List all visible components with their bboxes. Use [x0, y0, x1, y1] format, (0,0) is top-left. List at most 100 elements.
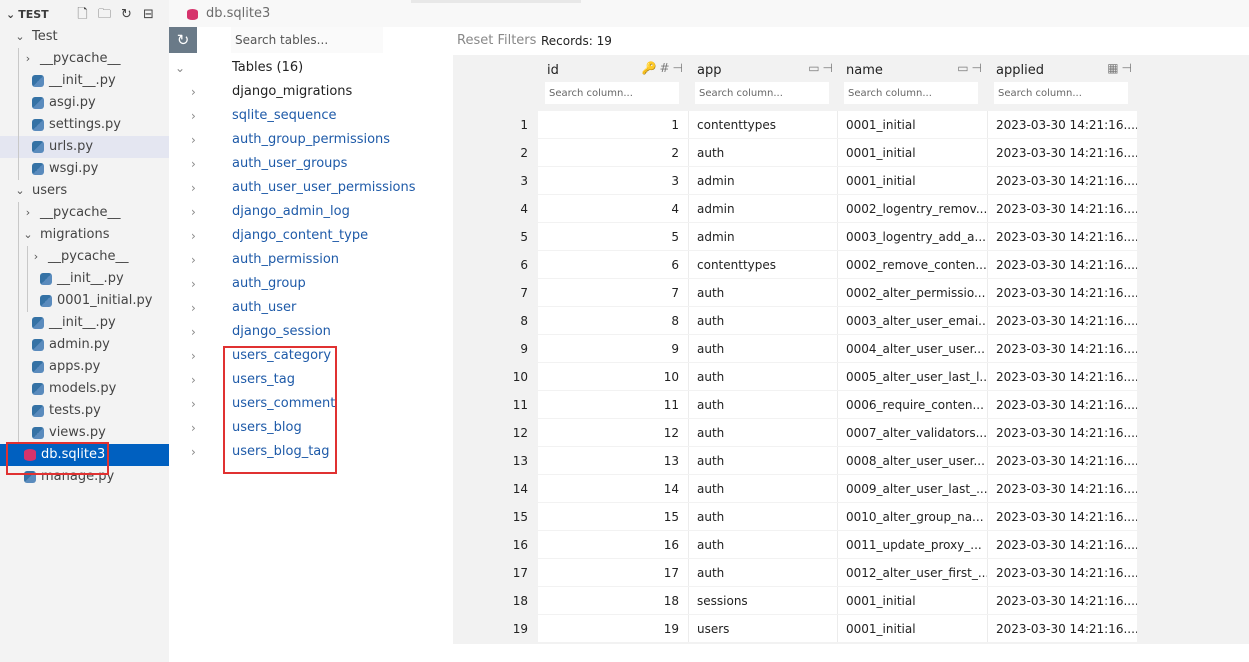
- cell-name[interactable]: 0001_initial: [837, 111, 987, 138]
- tree-folder[interactable]: ⌄ migrations: [0, 224, 169, 246]
- table-row[interactable]: 16 16 auth 0011_update_proxy_... 2023-03-30 …: [453, 531, 1249, 559]
- cell-applied[interactable]: 2023-03-30 14:21:16....: [987, 251, 1137, 278]
- cell-app[interactable]: sessions: [688, 587, 837, 614]
- cell-id[interactable]: 8: [538, 307, 688, 334]
- table-item[interactable]: › django_admin_log: [169, 200, 453, 224]
- table-row[interactable]: 18 18 sessions 0001_initial 2023-03-30 14:21…: [453, 587, 1249, 615]
- tree-folder[interactable]: › __pycache__: [0, 48, 169, 70]
- cell-id[interactable]: 12: [538, 419, 688, 446]
- cell-applied[interactable]: 2023-03-30 14:21:16....: [987, 419, 1137, 446]
- tree-file[interactable]: admin.py: [0, 334, 169, 356]
- tree-file[interactable]: urls.py: [0, 136, 169, 158]
- search-tables-input[interactable]: [231, 27, 383, 53]
- chevron-right-icon[interactable]: ›: [191, 296, 196, 320]
- cell-id[interactable]: 11: [538, 391, 688, 418]
- cell-name[interactable]: 0010_alter_group_na...: [837, 503, 987, 530]
- table-row[interactable]: 8 8 auth 0003_alter_user_emai... 2023-03-30 …: [453, 307, 1249, 335]
- table-row[interactable]: 4 4 admin 0002_logentry_remov... 2023-03-30 …: [453, 195, 1249, 223]
- cell-app[interactable]: auth: [688, 503, 837, 530]
- table-item[interactable]: › sqlite_sequence: [169, 104, 453, 128]
- chevron-right-icon[interactable]: ›: [191, 152, 196, 176]
- cell-id[interactable]: 18: [538, 587, 688, 614]
- cell-id[interactable]: 5: [538, 223, 688, 250]
- column-header-app[interactable]: app ▭ ⊣: [688, 55, 837, 111]
- cell-name[interactable]: 0002_remove_conten...: [837, 251, 987, 278]
- cell-name[interactable]: 0006_require_conten...: [837, 391, 987, 418]
- table-item[interactable]: › django_content_type: [169, 224, 453, 248]
- chevron-right-icon[interactable]: ›: [191, 272, 196, 296]
- chevron-right-icon[interactable]: ›: [191, 224, 196, 248]
- chevron-right-icon[interactable]: ›: [191, 176, 196, 200]
- cell-app[interactable]: auth: [688, 559, 837, 586]
- cell-applied[interactable]: 2023-03-30 14:21:16....: [987, 167, 1137, 194]
- tree-folder[interactable]: ⌄ Test: [0, 26, 169, 48]
- table-row[interactable]: 7 7 auth 0002_alter_permissio... 2023-03-30 …: [453, 279, 1249, 307]
- tables-header[interactable]: ⌄ Tables (16): [169, 56, 453, 80]
- cell-applied[interactable]: 2023-03-30 14:21:16....: [987, 531, 1137, 558]
- cell-applied[interactable]: 2023-03-30 14:21:16....: [987, 503, 1137, 530]
- tree-file[interactable]: wsgi.py: [0, 158, 169, 180]
- tree-file[interactable]: apps.py: [0, 356, 169, 378]
- tree-file[interactable]: __init__.py: [0, 70, 169, 92]
- chevron-right-icon[interactable]: ›: [191, 80, 196, 104]
- cell-name[interactable]: 0011_update_proxy_...: [837, 531, 987, 558]
- tree-file[interactable]: tests.py: [0, 400, 169, 422]
- table-item[interactable]: › auth_permission: [169, 248, 453, 272]
- table-item[interactable]: › django_migrations: [169, 80, 453, 104]
- collapse-icon[interactable]: ⊟: [140, 6, 157, 23]
- chevron-right-icon[interactable]: ›: [191, 248, 196, 272]
- cell-applied[interactable]: 2023-03-30 14:21:16....: [987, 307, 1137, 334]
- cell-id[interactable]: 10: [538, 363, 688, 390]
- cell-name[interactable]: 0001_initial: [837, 587, 987, 614]
- cell-app[interactable]: auth: [688, 139, 837, 166]
- column-search-input[interactable]: [695, 82, 829, 104]
- chevron-right-icon[interactable]: ›: [191, 104, 196, 128]
- cell-app[interactable]: admin: [688, 167, 837, 194]
- chevron-right-icon[interactable]: ›: [191, 392, 196, 416]
- column-search-input[interactable]: [844, 82, 978, 104]
- cell-applied[interactable]: 2023-03-30 14:21:16....: [987, 335, 1137, 362]
- pin-icon[interactable]: ⊣: [673, 61, 683, 75]
- cell-applied[interactable]: 2023-03-30 14:21:16....: [987, 447, 1137, 474]
- cell-id[interactable]: 13: [538, 447, 688, 474]
- cell-id[interactable]: 9: [538, 335, 688, 362]
- chevron-right-icon[interactable]: ›: [191, 128, 196, 152]
- table-row[interactable]: 15 15 auth 0010_alter_group_na... 2023-03-30…: [453, 503, 1249, 531]
- table-row[interactable]: 9 9 auth 0004_alter_user_user... 2023-03-30 …: [453, 335, 1249, 363]
- cell-id[interactable]: 17: [538, 559, 688, 586]
- chevron-right-icon[interactable]: ›: [191, 416, 196, 440]
- tree-folder[interactable]: › __pycache__: [0, 246, 169, 268]
- cell-app[interactable]: contenttypes: [688, 251, 837, 278]
- table-row[interactable]: 12 12 auth 0007_alter_validators... 2023-03-…: [453, 419, 1249, 447]
- chevron-right-icon[interactable]: ›: [191, 200, 196, 224]
- cell-applied[interactable]: 2023-03-30 14:21:16....: [987, 111, 1137, 138]
- cell-applied[interactable]: 2023-03-30 14:21:16....: [987, 587, 1137, 614]
- table-item[interactable]: › auth_user: [169, 296, 453, 320]
- table-item[interactable]: › auth_group_permissions: [169, 128, 453, 152]
- chevron-right-icon[interactable]: ›: [191, 440, 196, 464]
- table-row[interactable]: 19 19 users 0001_initial 2023-03-30 14:21:16…: [453, 615, 1249, 643]
- cell-app[interactable]: auth: [688, 419, 837, 446]
- cell-app[interactable]: auth: [688, 363, 837, 390]
- cell-id[interactable]: 15: [538, 503, 688, 530]
- table-item[interactable]: › auth_user_user_permissions: [169, 176, 453, 200]
- cell-name[interactable]: 0008_alter_user_user...: [837, 447, 987, 474]
- tree-file[interactable]: asgi.py: [0, 92, 169, 114]
- table-item[interactable]: › django_session: [169, 320, 453, 344]
- cell-app[interactable]: auth: [688, 391, 837, 418]
- cell-name[interactable]: 0002_alter_permissio...: [837, 279, 987, 306]
- refresh-tables-button[interactable]: ↻: [169, 27, 197, 53]
- cell-name[interactable]: 0003_alter_user_emai...: [837, 307, 987, 334]
- cell-app[interactable]: auth: [688, 307, 837, 334]
- cell-id[interactable]: 16: [538, 531, 688, 558]
- column-header-applied[interactable]: applied ▦ ⊣: [987, 55, 1136, 111]
- pin-icon[interactable]: ⊣: [1122, 61, 1132, 75]
- tree-file[interactable]: settings.py: [0, 114, 169, 136]
- cell-name[interactable]: 0007_alter_validators...: [837, 419, 987, 446]
- column-header-id[interactable]: id 🔑 # ⊣: [538, 55, 687, 111]
- cell-app[interactable]: contenttypes: [688, 111, 837, 138]
- cell-app[interactable]: admin: [688, 195, 837, 222]
- column-search-input[interactable]: [994, 82, 1128, 104]
- table-item[interactable]: › auth_group: [169, 272, 453, 296]
- cell-name[interactable]: 0001_initial: [837, 615, 987, 642]
